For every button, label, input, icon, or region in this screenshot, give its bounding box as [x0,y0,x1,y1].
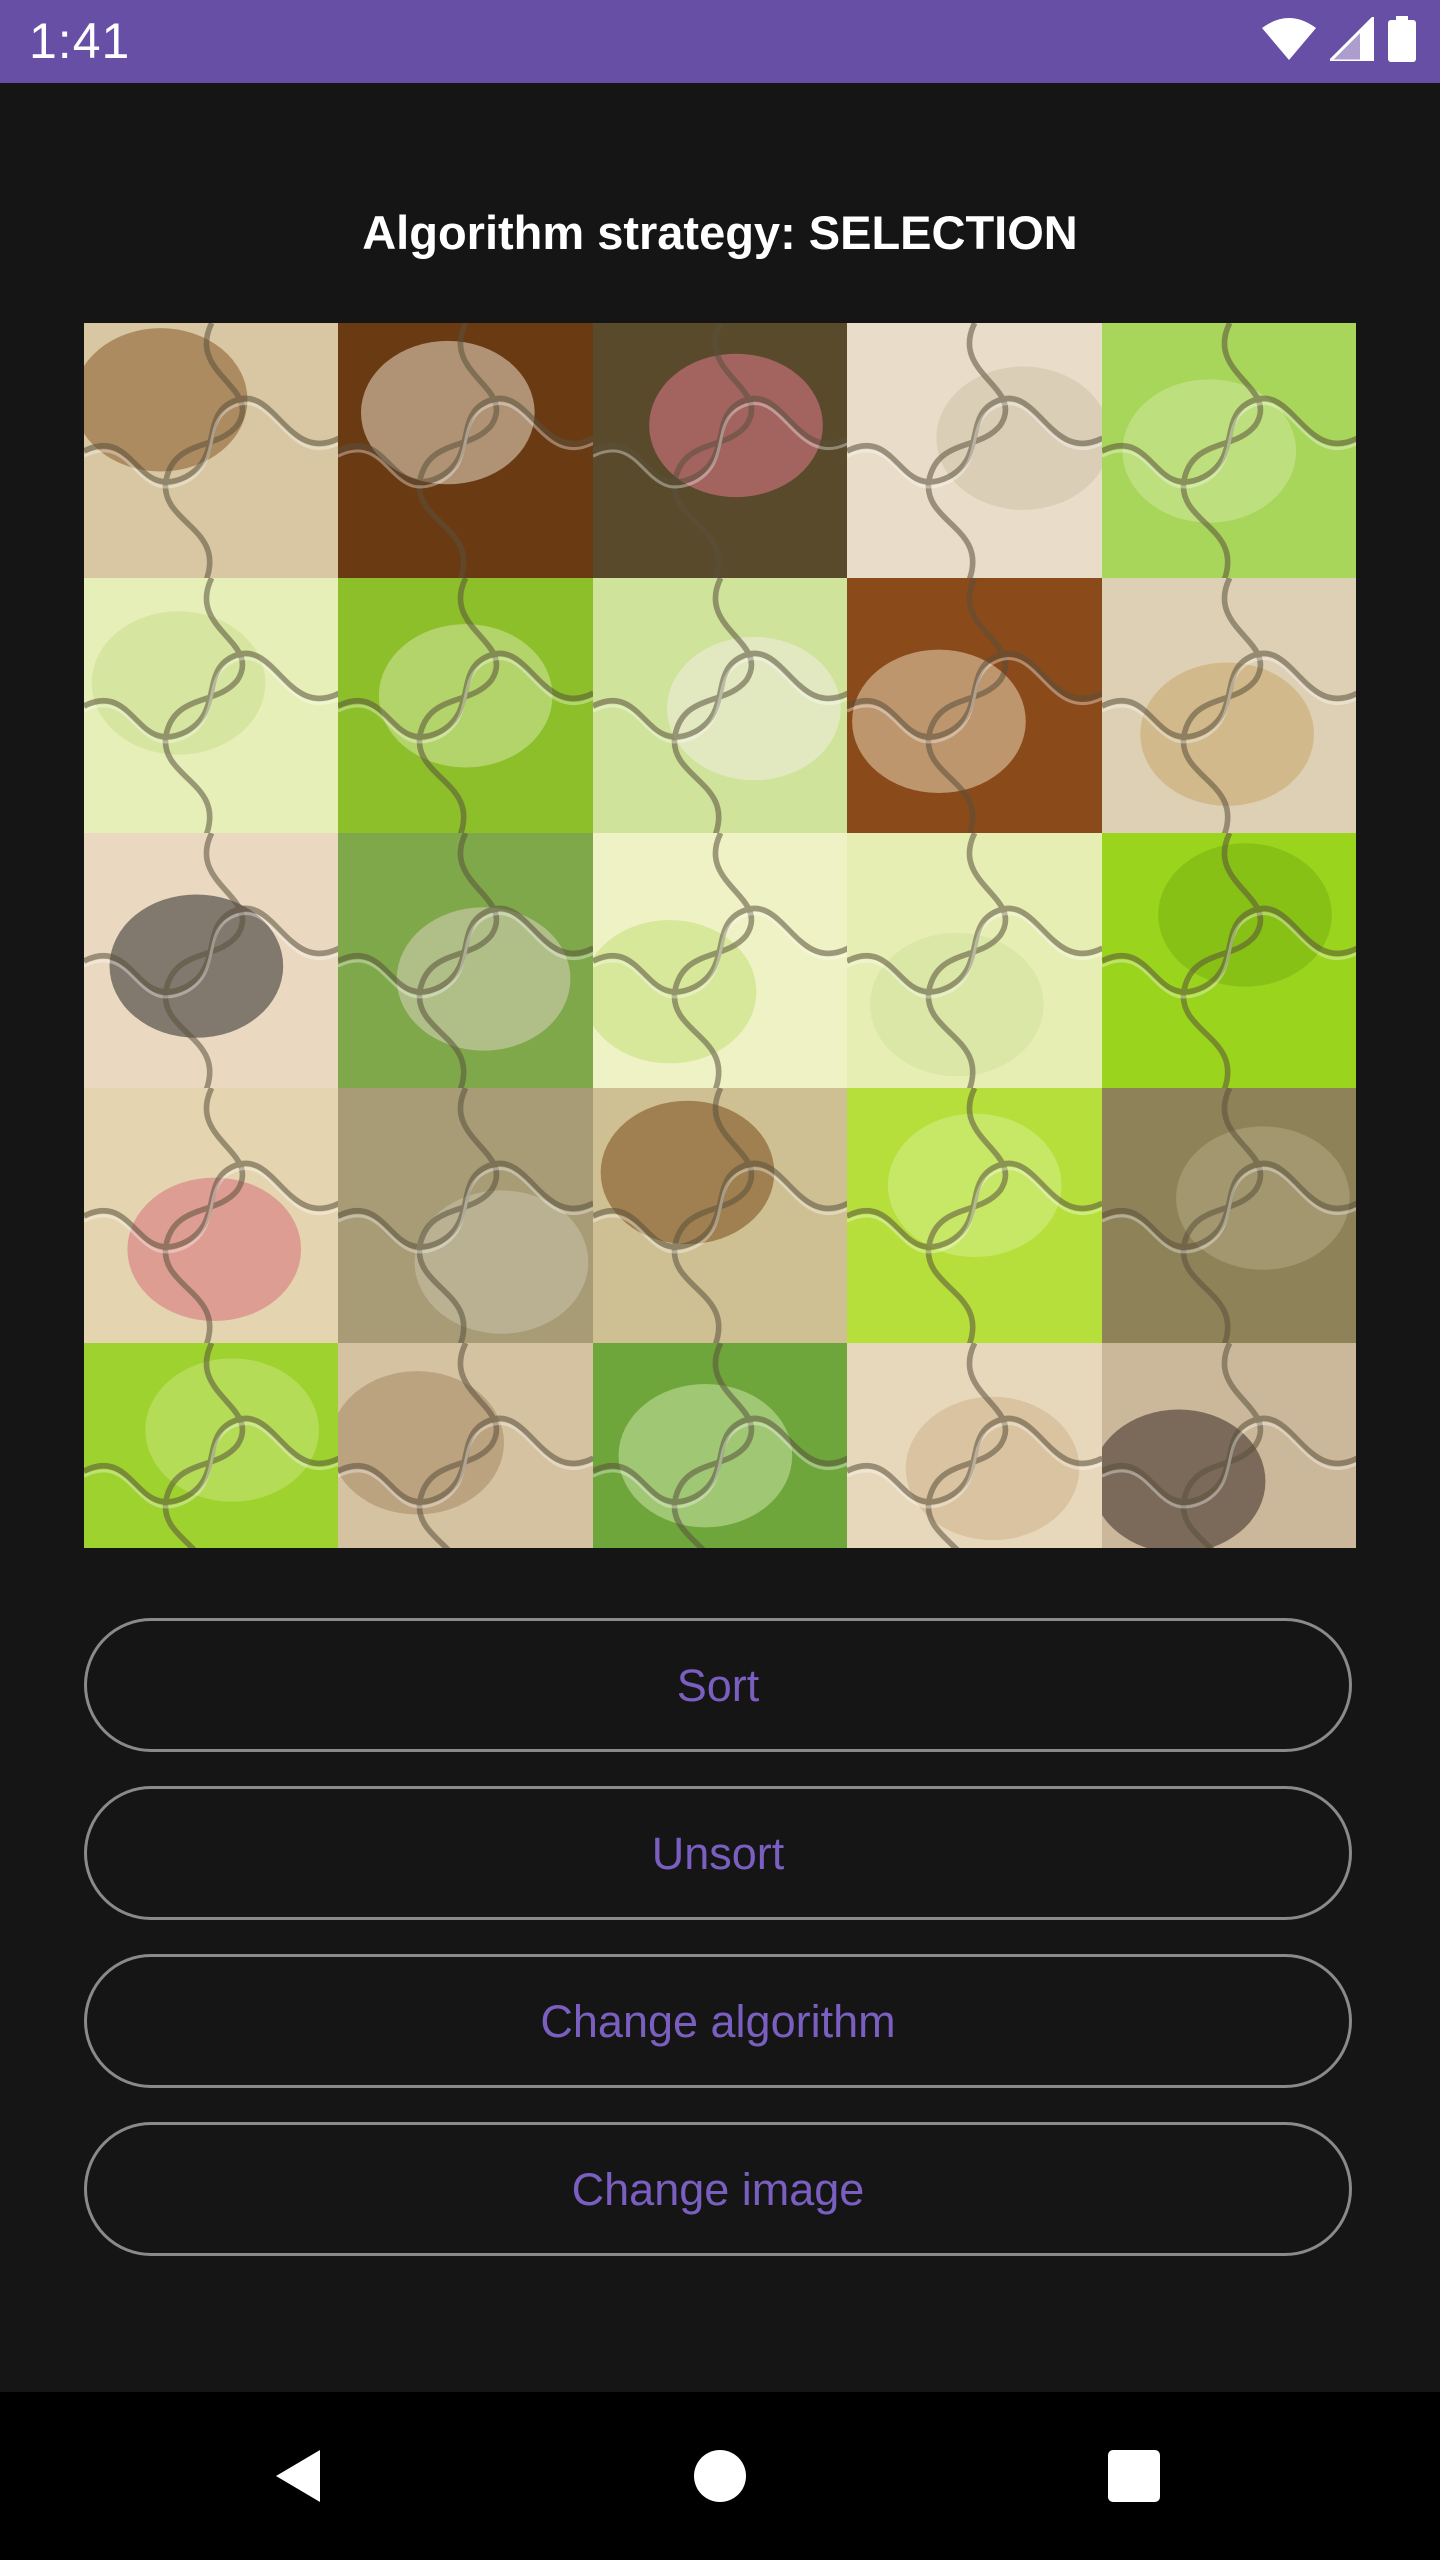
unsort-button[interactable]: Unsort [84,1786,1352,1920]
battery-icon [1388,15,1416,67]
puzzle-tile[interactable] [592,1088,849,1344]
puzzle-tile[interactable] [84,323,340,579]
puzzle-tile[interactable] [338,323,594,579]
navigation-bar [0,2392,1440,2560]
puzzle-tile[interactable] [338,578,594,834]
puzzle-tile[interactable] [84,578,340,834]
status-time: 1:41 [29,13,131,69]
puzzle-tile[interactable] [1101,323,1356,579]
algorithm-title: Algorithm strategy: SELECTION [362,206,1078,259]
recents-icon[interactable] [1092,2434,1176,2518]
puzzle-tile[interactable] [1101,1343,1356,1548]
puzzle-tile[interactable] [84,1088,340,1344]
puzzle-tile[interactable] [847,1343,1103,1548]
signal-icon [1326,12,1376,66]
puzzle-tile[interactable] [592,833,849,1089]
puzzle-tile[interactable] [847,833,1103,1089]
puzzle-tile[interactable] [84,833,340,1089]
puzzle-tile[interactable] [847,1088,1103,1344]
puzzle-tile[interactable] [84,1343,340,1548]
home-icon[interactable] [678,2434,762,2518]
puzzle-tile[interactable] [847,323,1103,579]
app-content: Algorithm strategy: SELECTION Sort Unsor… [0,83,1440,2392]
puzzle-tile[interactable] [338,833,594,1089]
puzzle-tile[interactable] [338,1088,594,1344]
puzzle-tile[interactable] [592,323,849,579]
status-bar: 1:41 [0,0,1440,83]
puzzle-tile[interactable] [1101,578,1356,834]
puzzle-tile[interactable] [592,1343,849,1548]
wifi-icon [1262,17,1316,65]
puzzle-tile[interactable] [847,578,1103,834]
change-algorithm-button[interactable]: Change algorithm [84,1954,1352,2088]
puzzle-tile[interactable] [592,578,849,834]
puzzle-tile[interactable] [1101,1088,1356,1344]
change-image-button[interactable]: Change image [84,2122,1352,2256]
status-icons [1262,12,1416,67]
sort-button[interactable]: Sort [84,1618,1352,1752]
puzzle-tile[interactable] [338,1343,594,1548]
puzzle-board[interactable] [84,323,1356,1548]
puzzle-tile[interactable] [1101,833,1356,1089]
back-icon[interactable] [258,2434,342,2518]
